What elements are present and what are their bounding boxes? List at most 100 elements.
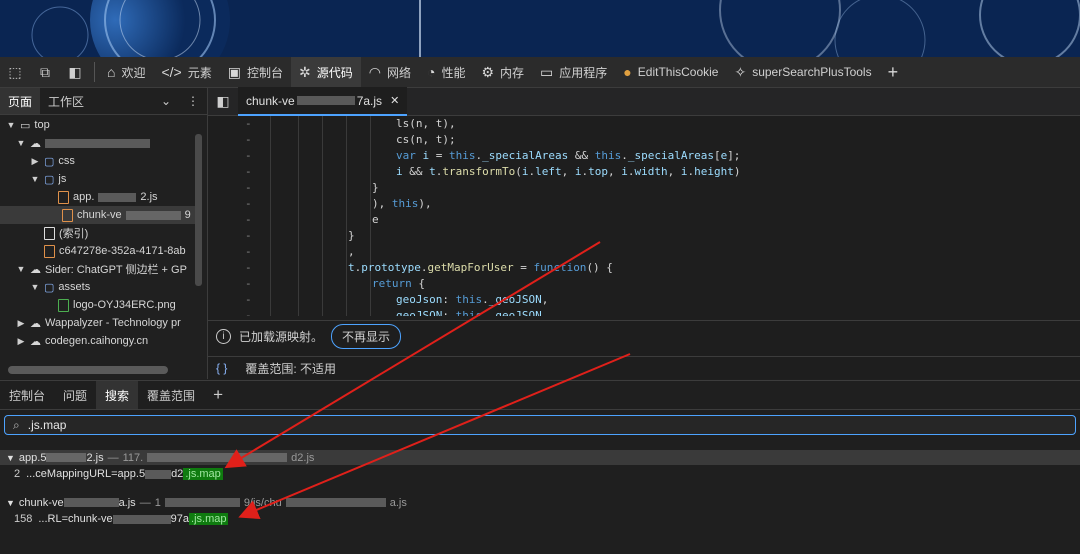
tree-item-css[interactable]: ▶ ▢ css xyxy=(30,152,75,170)
expand-icon: ▼ xyxy=(16,264,26,274)
folder-icon: ▢ xyxy=(44,281,55,294)
tree-label: logo-OYJ34ERC.png xyxy=(73,299,176,311)
sourcemap-loaded-text: 已加载源映射。 xyxy=(239,329,324,344)
chevron-down-icon[interactable]: ⌄ xyxy=(153,88,179,114)
result-line-number: 2 xyxy=(14,468,21,480)
tab-elements[interactable]: </> 元素 xyxy=(153,57,219,87)
code-line-text: i && t.transformTo(i.left, i.top, i.widt… xyxy=(396,165,741,178)
code-view[interactable]: - ls(n, t), - cs(n, t); - var i = this._… xyxy=(208,116,1080,316)
result-line-number: 158 xyxy=(14,513,33,525)
tab-performance[interactable]: ◔ 性能 xyxy=(419,57,473,87)
expand-icon: ▼ xyxy=(30,282,40,292)
code-line-text: cs(n, t); xyxy=(396,133,456,146)
tab-welcome[interactable]: ⌂ 欢迎 xyxy=(99,57,153,87)
collapse-icon: ▶ xyxy=(17,335,25,346)
search-result-line[interactable]: 2 ...ceMappingURL=app.5 d2 .js.map xyxy=(14,466,223,482)
cloud-icon: ☁ xyxy=(30,137,41,150)
bug-icon: ✲ xyxy=(299,63,311,80)
redacted-text xyxy=(145,469,172,479)
tab-label: 性能 xyxy=(441,65,466,80)
tab-console[interactable]: ▣ 控制台 xyxy=(220,57,291,87)
file-icon xyxy=(62,208,73,222)
pretty-print-icon[interactable]: { } xyxy=(216,361,227,375)
tree-item-codegen[interactable]: ▶ ☁ codegen.caihongy.cn xyxy=(16,332,149,350)
close-icon[interactable]: ✕ xyxy=(390,94,399,107)
puzzle-icon: ✧ xyxy=(734,63,747,80)
inspect-icon[interactable]: ⬚ xyxy=(0,57,30,87)
tree-label-suffix: 9 xyxy=(184,209,191,221)
tree-item-app-js[interactable]: app. 2.js xyxy=(58,188,158,206)
tab-workspace[interactable]: 工作区 xyxy=(40,88,92,114)
code-line-text: return { xyxy=(372,277,425,290)
tree-item-sider[interactable]: ▼ ☁ Sider: ChatGPT 侧边栏 + GP xyxy=(16,260,187,278)
result-path-mid: 9/js/chu xyxy=(243,496,282,509)
editor-tab-chunk[interactable]: chunk-ve 7a.js ✕ xyxy=(238,87,408,116)
drawer-tab-issues[interactable]: 问题 xyxy=(54,381,96,409)
code-line-text: e xyxy=(372,213,379,226)
toggle-navigator-icon[interactable]: ◧ xyxy=(208,88,238,115)
code-line-text: , xyxy=(348,245,355,258)
tab-sources[interactable]: ✲ 源代码 xyxy=(291,57,361,87)
tab-page[interactable]: 页面 xyxy=(0,88,41,114)
add-tab-button[interactable]: + xyxy=(880,57,907,87)
drawer-tab-console[interactable]: 控制台 xyxy=(0,381,54,409)
code-line-text: } xyxy=(372,181,379,194)
tab-network[interactable]: ◠ 网络 xyxy=(361,57,419,87)
editor-tab-label-suffix: 7a.js xyxy=(356,93,383,108)
tree-item-wappalyzer[interactable]: ▶ ☁ Wappalyzer - Technology pr xyxy=(16,314,181,332)
device-toggle-icon[interactable]: ⧉ xyxy=(30,57,60,87)
more-options-icon[interactable]: ⋮ xyxy=(179,88,207,114)
search-result-file[interactable]: ▼ chunk-ve a.js — 1 9/js/chu a.js xyxy=(0,495,1080,510)
tree-label: c647278e-352a-4171-8ab xyxy=(59,245,186,257)
tree-item-logo[interactable]: logo-OYJ34ERC.png xyxy=(58,296,176,314)
tab-editthiscookie[interactable]: ● EditThisCookie xyxy=(615,57,726,87)
cloud-icon: ☁ xyxy=(30,263,41,276)
indent-guide xyxy=(270,116,271,316)
tree-item-assets[interactable]: ▼ ▢ assets xyxy=(30,278,91,296)
drawer-add-tab-button[interactable]: + xyxy=(204,381,232,409)
result-text: ...RL=chunk-ve xyxy=(38,513,113,525)
info-icon: i xyxy=(216,328,231,344)
tab-application[interactable]: ▭ 应用程序 xyxy=(532,57,615,87)
search-result-file[interactable]: ▼ app.5 2.js — 117. d2.js xyxy=(0,450,1080,465)
wifi-icon: ◠ xyxy=(368,63,381,80)
indent-guide xyxy=(370,116,371,316)
drawer-tab-search[interactable]: 搜索 xyxy=(96,381,139,409)
devtools-toolbar: ⬚ ⧉ ◧ ⌂ 欢迎 </> 元素 ▣ 控制台 ✲ 源代码 ◠ 网络 ◔ 性能 ⚙ 内存 ▭ 应… xyxy=(0,57,1080,88)
collapse-icon: ▶ xyxy=(31,155,39,166)
code-line-text: ), this), xyxy=(372,197,432,210)
navigator-vertical-scrollbar[interactable] xyxy=(195,134,202,286)
tree-item-index[interactable]: (索引) xyxy=(44,224,88,242)
search-result-line[interactable]: 158 ...RL=chunk-ve 97a .js.map xyxy=(14,511,229,527)
search-input[interactable] xyxy=(25,417,930,433)
dont-show-again-button[interactable]: 不再显示 xyxy=(331,323,402,349)
coverage-bar: { } 覆盖范围: 不适用 xyxy=(208,356,1080,379)
tree-label: css xyxy=(58,155,75,167)
code-icon: </> xyxy=(161,64,182,80)
redacted-text xyxy=(125,210,181,220)
file-tree: ▼ ▭ top ▼ ☁ ▶ ▢ css ▼ ▢ js app. 2.js chunk-ve 9 (… xyxy=(0,115,207,355)
redacted-text xyxy=(112,514,171,524)
result-text-tail: 97a xyxy=(170,513,190,525)
tree-item-domain[interactable]: ▼ ☁ xyxy=(16,134,150,152)
folder-icon: ▢ xyxy=(44,155,55,168)
drawer-tab-coverage[interactable]: 覆盖范围 xyxy=(138,381,204,409)
tree-item-top[interactable]: ▼ ▭ top xyxy=(6,116,50,134)
tab-label: 内存 xyxy=(500,65,525,80)
folder-icon: ▢ xyxy=(44,173,55,186)
result-path-suffix: d2.js xyxy=(291,451,315,464)
tree-item-js[interactable]: ▼ ▢ js xyxy=(30,170,67,188)
tab-memory[interactable]: ⚙ 内存 xyxy=(473,57,532,87)
tab-label: 元素 xyxy=(187,65,212,80)
result-match-highlight: .js.map xyxy=(183,468,223,480)
tree-item-uuid[interactable]: c647278e-352a-4171-8ab xyxy=(44,242,186,260)
tree-label: Sider: ChatGPT 侧边栏 + GP xyxy=(45,264,187,276)
navigator-horizontal-scrollbar[interactable] xyxy=(8,366,168,374)
cloud-icon: ☁ xyxy=(30,317,41,330)
result-file-suffix: 2.js xyxy=(86,451,104,464)
dock-icon[interactable]: ◧ xyxy=(60,57,90,87)
tree-label: codegen.caihongy.cn xyxy=(45,335,149,347)
drawer-tabs: 控制台 问题 搜索 覆盖范围 + xyxy=(0,381,1080,410)
tab-supersearchplustools[interactable]: ✧ superSearchPlusTools xyxy=(726,57,879,87)
tree-item-chunk-js[interactable]: chunk-ve 9 xyxy=(0,206,195,224)
